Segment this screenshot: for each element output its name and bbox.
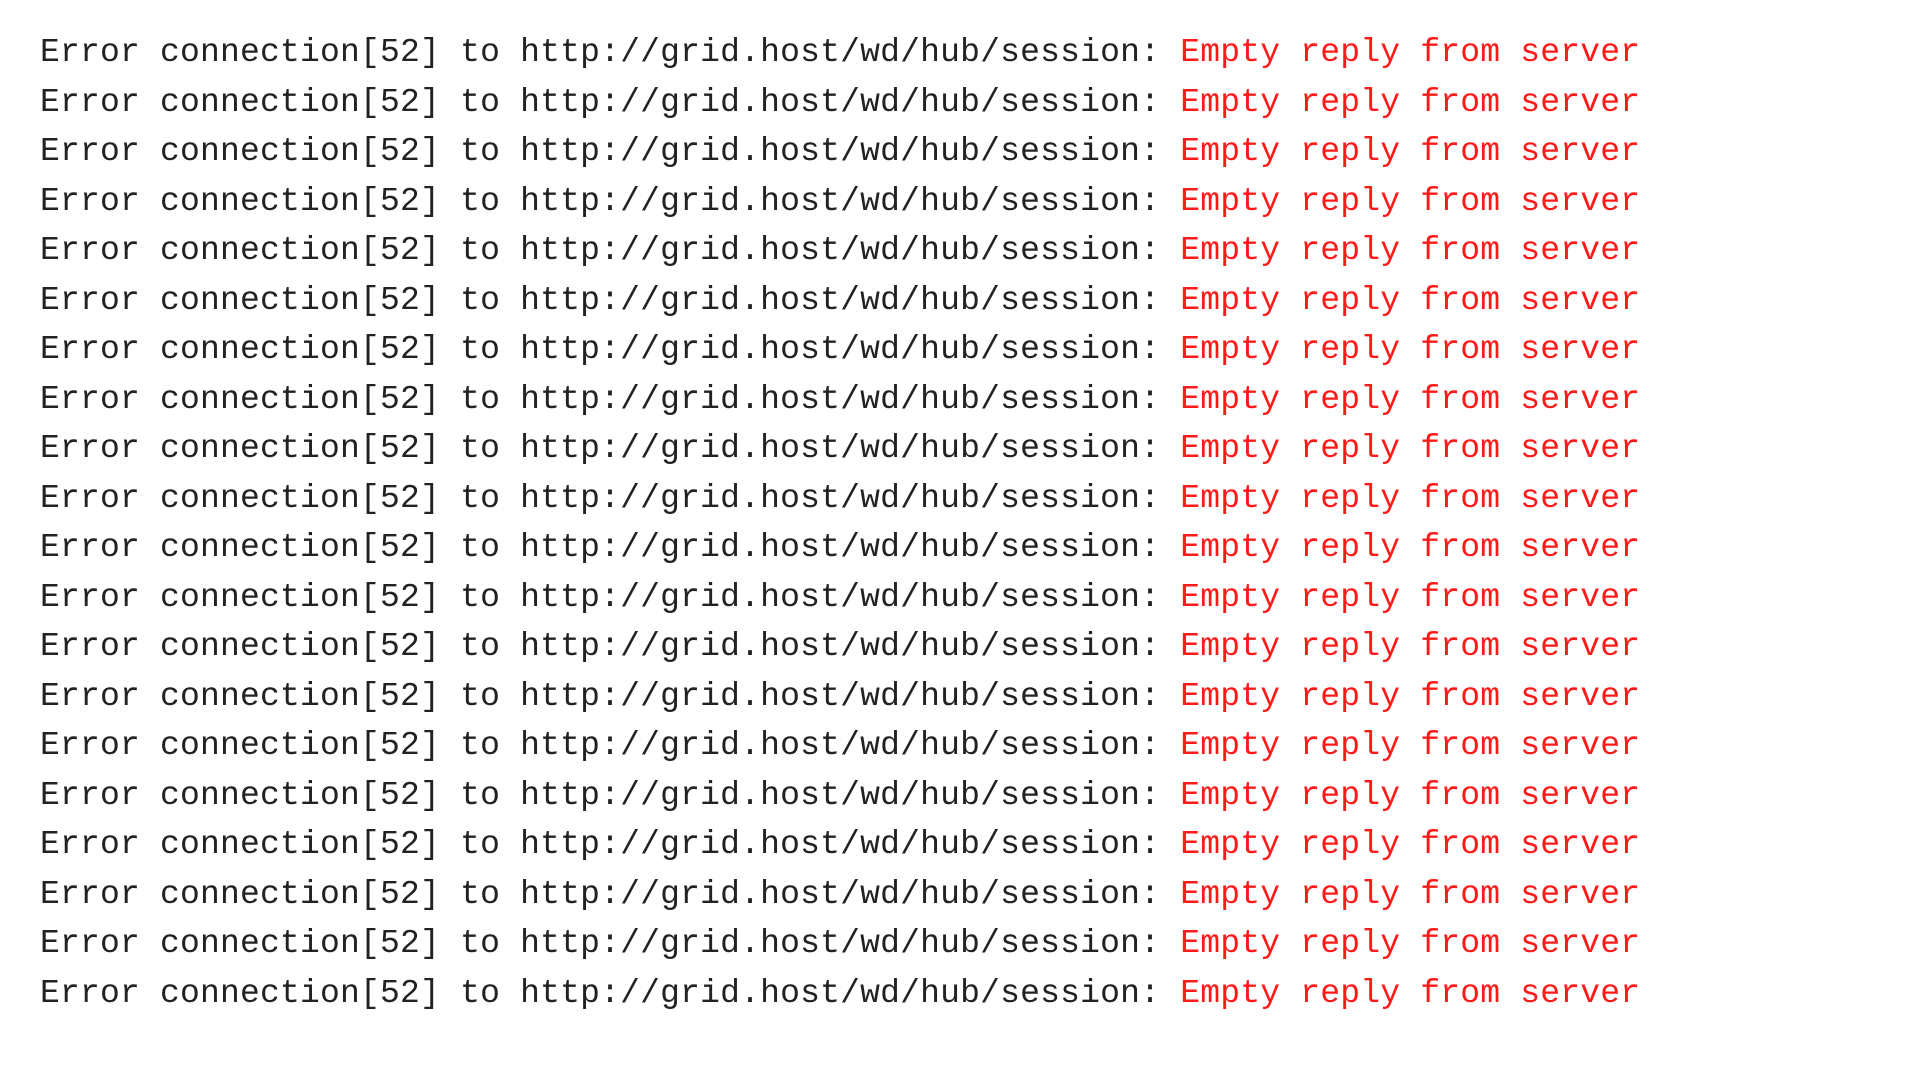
log-line: Error connection[52] to http://grid.host… [40, 919, 1880, 969]
log-line: Error connection[52] to http://grid.host… [40, 226, 1880, 276]
log-prefix: Error connection[52] to http://grid.host… [40, 34, 1180, 71]
log-prefix: Error connection[52] to http://grid.host… [40, 183, 1180, 220]
log-line: Error connection[52] to http://grid.host… [40, 771, 1880, 821]
log-prefix: Error connection[52] to http://grid.host… [40, 925, 1180, 962]
log-line: Error connection[52] to http://grid.host… [40, 375, 1880, 425]
log-prefix: Error connection[52] to http://grid.host… [40, 84, 1180, 121]
log-line: Error connection[52] to http://grid.host… [40, 325, 1880, 375]
terminal-log: Error connection[52] to http://grid.host… [0, 0, 1920, 1046]
error-message: Empty reply from server [1180, 876, 1640, 913]
log-prefix: Error connection[52] to http://grid.host… [40, 826, 1180, 863]
error-message: Empty reply from server [1180, 381, 1640, 418]
log-line: Error connection[52] to http://grid.host… [40, 523, 1880, 573]
error-message: Empty reply from server [1180, 480, 1640, 517]
log-line: Error connection[52] to http://grid.host… [40, 177, 1880, 227]
error-message: Empty reply from server [1180, 430, 1640, 467]
error-message: Empty reply from server [1180, 183, 1640, 220]
error-message: Empty reply from server [1180, 777, 1640, 814]
error-message: Empty reply from server [1180, 282, 1640, 319]
log-line: Error connection[52] to http://grid.host… [40, 820, 1880, 870]
log-prefix: Error connection[52] to http://grid.host… [40, 480, 1180, 517]
log-line: Error connection[52] to http://grid.host… [40, 28, 1880, 78]
log-prefix: Error connection[52] to http://grid.host… [40, 678, 1180, 715]
log-prefix: Error connection[52] to http://grid.host… [40, 232, 1180, 269]
log-prefix: Error connection[52] to http://grid.host… [40, 628, 1180, 665]
error-message: Empty reply from server [1180, 826, 1640, 863]
log-line: Error connection[52] to http://grid.host… [40, 721, 1880, 771]
log-prefix: Error connection[52] to http://grid.host… [40, 331, 1180, 368]
log-line: Error connection[52] to http://grid.host… [40, 573, 1880, 623]
log-line: Error connection[52] to http://grid.host… [40, 870, 1880, 920]
log-prefix: Error connection[52] to http://grid.host… [40, 381, 1180, 418]
log-prefix: Error connection[52] to http://grid.host… [40, 975, 1180, 1012]
error-message: Empty reply from server [1180, 133, 1640, 170]
error-message: Empty reply from server [1180, 579, 1640, 616]
error-message: Empty reply from server [1180, 34, 1640, 71]
error-message: Empty reply from server [1180, 529, 1640, 566]
error-message: Empty reply from server [1180, 331, 1640, 368]
log-line: Error connection[52] to http://grid.host… [40, 474, 1880, 524]
log-line: Error connection[52] to http://grid.host… [40, 424, 1880, 474]
error-message: Empty reply from server [1180, 84, 1640, 121]
error-message: Empty reply from server [1180, 925, 1640, 962]
log-prefix: Error connection[52] to http://grid.host… [40, 727, 1180, 764]
log-prefix: Error connection[52] to http://grid.host… [40, 282, 1180, 319]
log-prefix: Error connection[52] to http://grid.host… [40, 430, 1180, 467]
error-message: Empty reply from server [1180, 628, 1640, 665]
log-line: Error connection[52] to http://grid.host… [40, 276, 1880, 326]
log-prefix: Error connection[52] to http://grid.host… [40, 876, 1180, 913]
error-message: Empty reply from server [1180, 975, 1640, 1012]
log-line: Error connection[52] to http://grid.host… [40, 969, 1880, 1019]
error-message: Empty reply from server [1180, 678, 1640, 715]
log-line: Error connection[52] to http://grid.host… [40, 622, 1880, 672]
error-message: Empty reply from server [1180, 727, 1640, 764]
log-prefix: Error connection[52] to http://grid.host… [40, 777, 1180, 814]
log-prefix: Error connection[52] to http://grid.host… [40, 133, 1180, 170]
log-line: Error connection[52] to http://grid.host… [40, 78, 1880, 128]
log-line: Error connection[52] to http://grid.host… [40, 672, 1880, 722]
error-message: Empty reply from server [1180, 232, 1640, 269]
log-prefix: Error connection[52] to http://grid.host… [40, 579, 1180, 616]
log-prefix: Error connection[52] to http://grid.host… [40, 529, 1180, 566]
log-line: Error connection[52] to http://grid.host… [40, 127, 1880, 177]
